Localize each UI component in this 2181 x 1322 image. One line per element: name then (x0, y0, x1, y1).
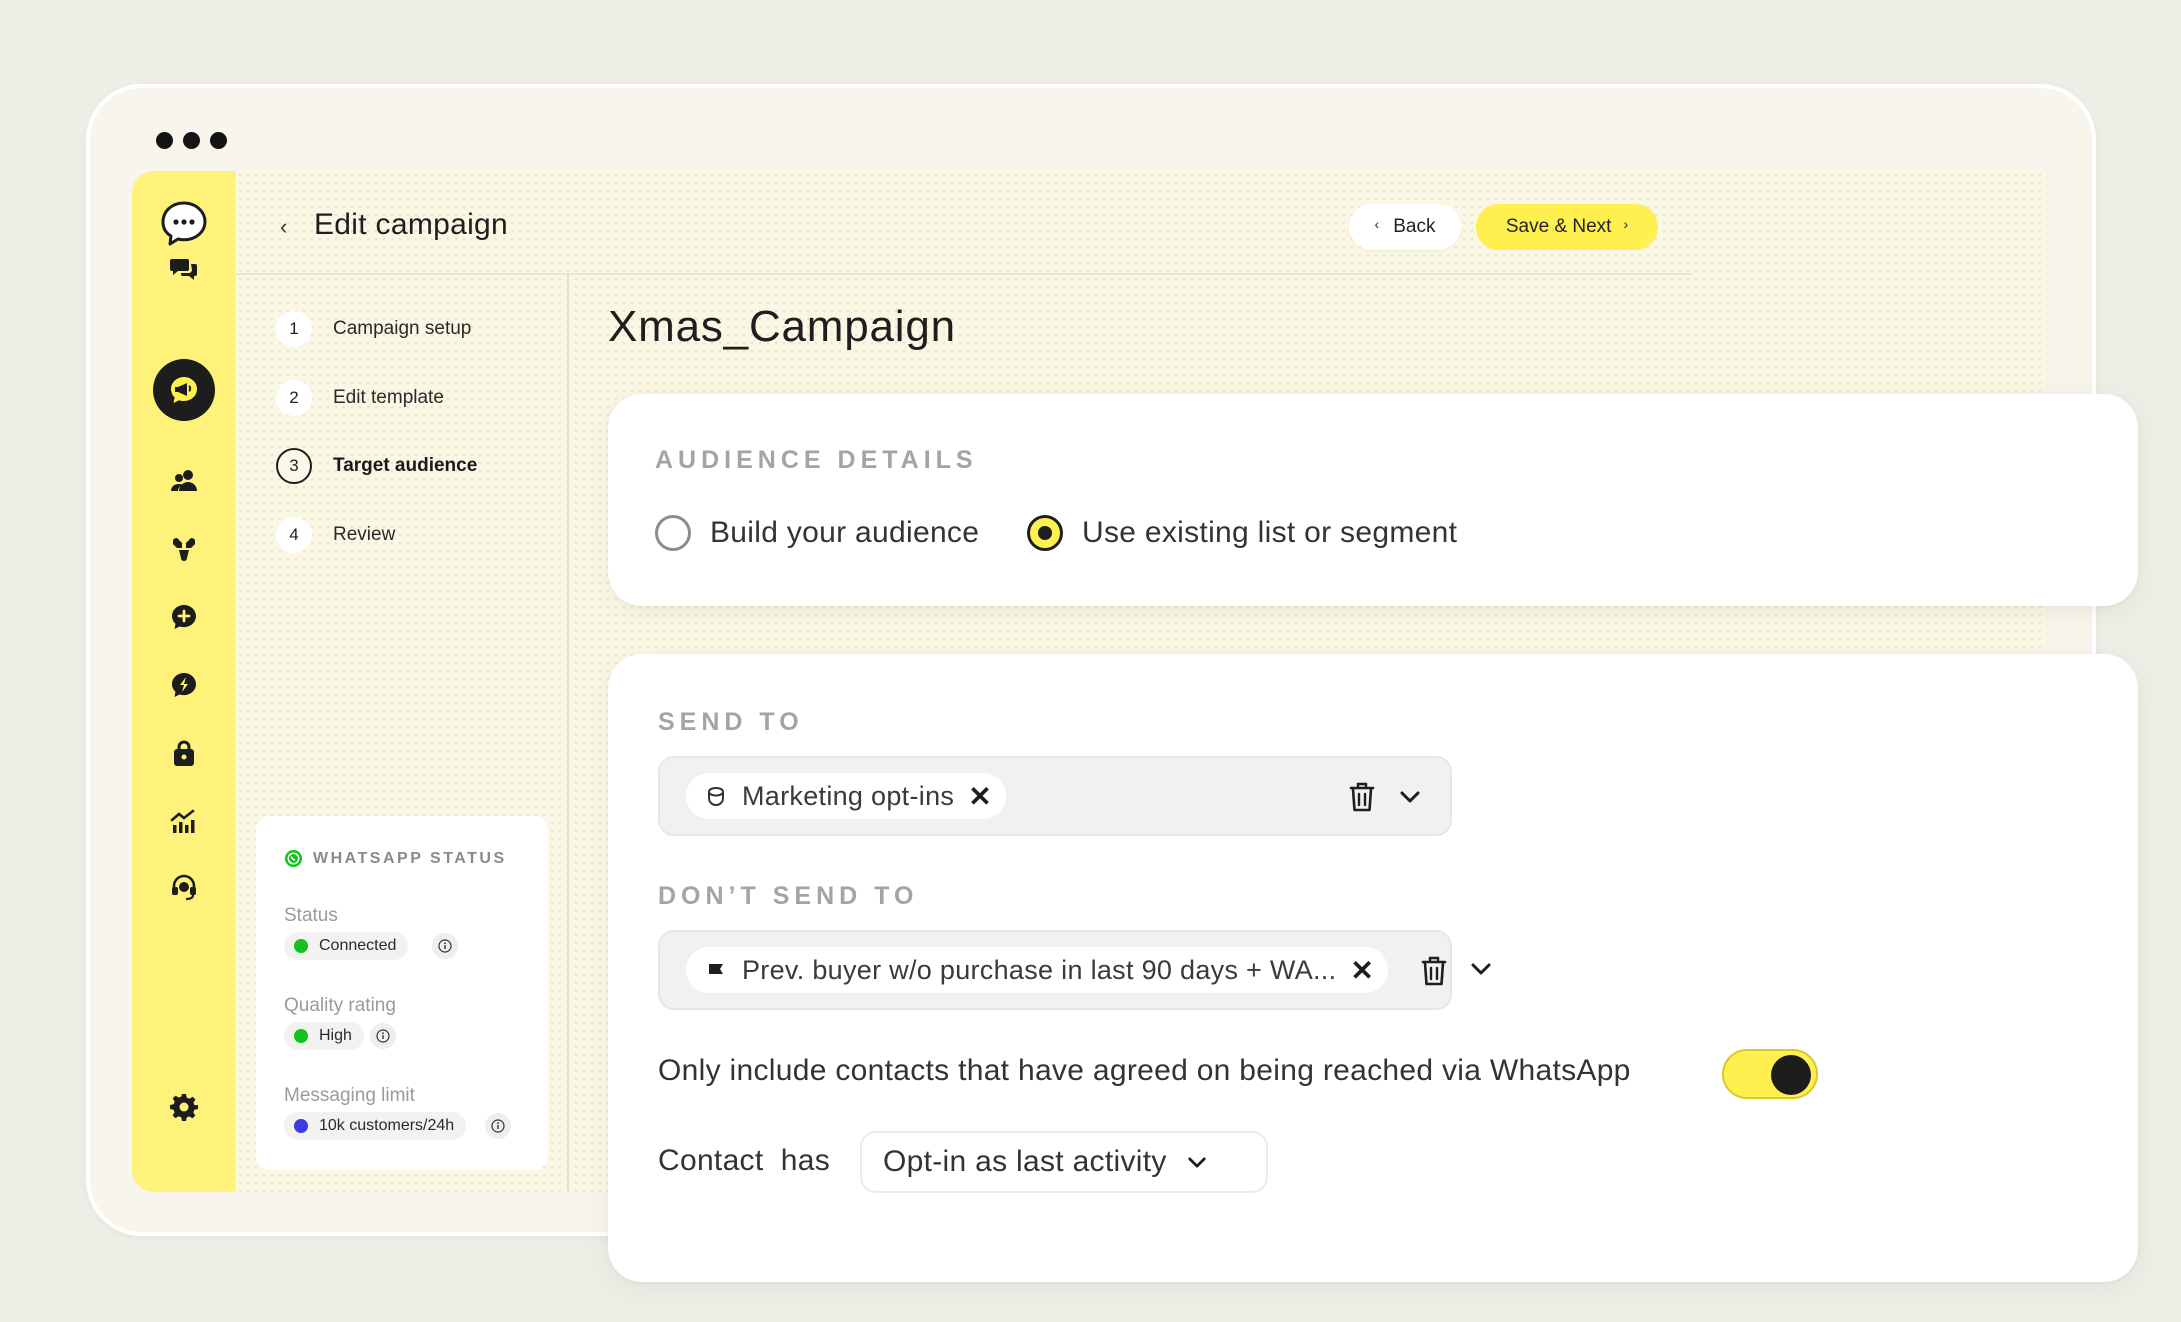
save-next-button[interactable]: Save & Next › (1476, 204, 1658, 250)
radio-button[interactable] (655, 515, 691, 551)
chevron-down-icon[interactable] (1466, 954, 1496, 984)
quality-info-icon[interactable] (370, 1023, 396, 1049)
radio-button-selected[interactable] (1027, 515, 1063, 551)
save-next-label: Save & Next (1505, 216, 1612, 237)
page-title: Edit campaign (314, 208, 509, 241)
messaging-limit-value: 10k customers/24h (319, 1117, 455, 1134)
chevron-down-icon[interactable] (1395, 782, 1425, 812)
back-chevron-icon[interactable]: ‹ (280, 214, 287, 240)
automation-icon[interactable] (161, 662, 207, 708)
toggle-knob (1771, 1055, 1811, 1095)
radio-existing-label: Use existing list or segment (1082, 516, 1458, 549)
status-info-icon[interactable] (432, 933, 458, 959)
quality-value: High (319, 1027, 352, 1044)
step-target-audience[interactable]: 3 Target audience (276, 448, 477, 484)
whatsapp-status-title: WHATSAPP STATUS (313, 849, 507, 867)
chevron-down-icon (1188, 1157, 1206, 1167)
remove-chip-icon[interactable]: ✕ (968, 780, 992, 813)
send-to-chip[interactable]: Marketing opt-ins ✕ (686, 773, 1006, 819)
step-number: 4 (276, 517, 312, 553)
step-review[interactable]: 4 Review (276, 517, 395, 553)
radio-existing-list[interactable]: Use existing list or segment (1027, 515, 1457, 551)
integrations-icon[interactable] (161, 526, 207, 572)
radio-build-audience[interactable]: Build your audience (655, 515, 979, 551)
settings-gear-icon[interactable] (161, 1084, 207, 1130)
window-dots (156, 132, 227, 149)
segment-flag-icon (709, 964, 723, 974)
step-number: 3 (276, 448, 312, 484)
analytics-icon[interactable] (161, 799, 207, 845)
list-icon (708, 786, 724, 807)
chevron-right-icon: › (1623, 216, 1629, 232)
messaging-limit-label: Messaging limit (284, 1085, 415, 1106)
status-label: Status (284, 905, 338, 926)
messaging-limit-badge: 10k customers/24h (284, 1112, 467, 1140)
header-divider (236, 273, 1692, 275)
optin-toggle[interactable] (1722, 1049, 1818, 1099)
contact-rule-value: Opt-in as last activity (883, 1145, 1167, 1178)
send-to-title: SEND TO (658, 708, 804, 736)
stepper-divider (567, 275, 569, 1192)
limit-dot (294, 1119, 308, 1133)
back-button[interactable]: ‹ Back (1349, 204, 1461, 250)
status-dot (294, 939, 308, 953)
optin-toggle-label: Only include contacts that have agreed o… (658, 1054, 1631, 1087)
step-label: Review (333, 524, 396, 545)
step-label: Campaign setup (333, 318, 472, 339)
whatsapp-status-header: WHATSAPP STATUS (284, 849, 507, 868)
step-label: Edit template (333, 387, 444, 408)
dont-send-to-chip[interactable]: Prev. buyer w/o purchase in last 90 days… (686, 947, 1389, 993)
quality-dot (294, 1029, 308, 1043)
dont-send-to-field[interactable]: Prev. buyer w/o purchase in last 90 days… (658, 930, 1452, 1010)
add-chat-icon[interactable] (161, 594, 207, 640)
send-to-chip-label: Marketing opt-ins (742, 780, 955, 811)
audience-details-card (608, 394, 2138, 606)
radio-build-label: Build your audience (710, 516, 980, 549)
sidebar-rail (132, 171, 236, 1192)
limit-info-icon[interactable] (485, 1113, 511, 1139)
status-badge: Connected (284, 932, 409, 960)
back-button-label: Back (1393, 216, 1436, 237)
step-number: 1 (276, 311, 312, 347)
step-number: 2 (276, 380, 312, 416)
step-label: Target audience (333, 455, 478, 476)
send-to-field[interactable]: Marketing opt-ins ✕ (658, 756, 1452, 836)
step-edit-template[interactable]: 2 Edit template (276, 380, 444, 416)
trash-icon[interactable] (1416, 951, 1452, 991)
dont-send-to-chip-label: Prev. buyer w/o purchase in last 90 days… (742, 954, 1337, 985)
dont-send-to-title: DON’T SEND TO (658, 882, 919, 910)
status-value: Connected (319, 937, 397, 954)
whatsapp-icon (284, 849, 303, 868)
whatsapp-status-card: WHATSAPP STATUS Status Connected Quality… (256, 816, 548, 1170)
contacts-icon[interactable] (161, 458, 207, 504)
trash-icon[interactable] (1344, 777, 1380, 817)
campaign-name: Xmas_Campaign (608, 302, 956, 351)
commerce-bag-icon[interactable] (161, 731, 207, 777)
conversations-icon[interactable] (161, 246, 207, 292)
quality-rating-label: Quality rating (284, 995, 396, 1016)
contact-rule-select[interactable]: Opt-in as last activity (860, 1131, 1268, 1193)
chat-logo-icon[interactable] (159, 199, 209, 249)
audience-details-title: AUDIENCE DETAILS (655, 446, 978, 474)
campaigns-icon[interactable] (153, 359, 215, 421)
support-headset-icon[interactable] (161, 864, 207, 910)
contact-rule-label: Contact has (658, 1144, 831, 1177)
step-campaign-setup[interactable]: 1 Campaign setup (276, 311, 471, 347)
remove-chip-icon[interactable]: ✕ (1350, 954, 1374, 987)
quality-badge: High (284, 1022, 364, 1050)
chevron-left-icon: ‹ (1374, 216, 1380, 232)
